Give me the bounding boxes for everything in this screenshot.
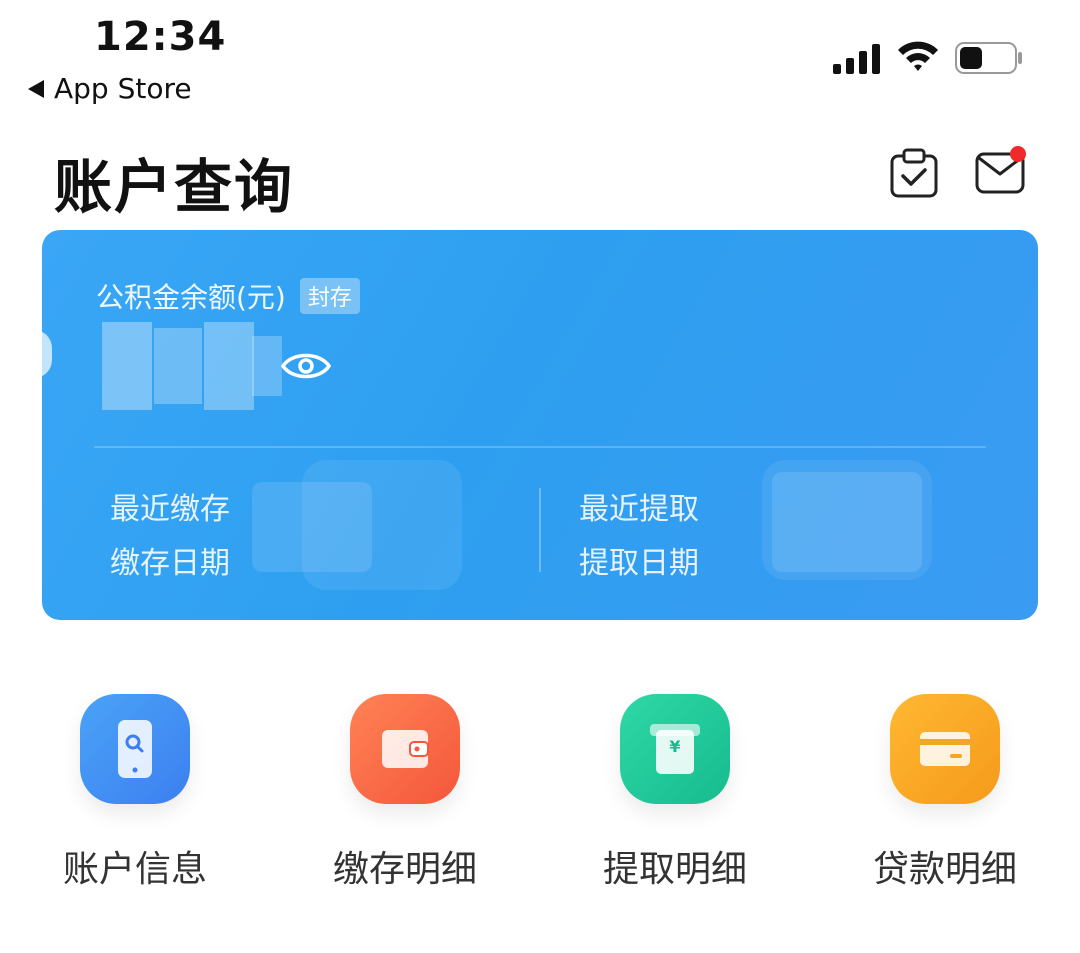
status-time: 12:34: [94, 14, 227, 60]
back-to-app-store[interactable]: App Store: [28, 72, 192, 105]
back-label: App Store: [54, 72, 192, 105]
wallet-icon: [350, 694, 460, 804]
eye-icon[interactable]: [280, 346, 332, 386]
signal-icon: [833, 44, 880, 74]
masked-value: [772, 472, 922, 572]
card-divider: [94, 446, 986, 448]
battery-icon: [955, 42, 1022, 74]
menu-withdraw-details[interactable]: ¥ 提取明细: [590, 694, 760, 892]
menu-account-info[interactable]: 账户信息: [50, 694, 220, 892]
menu-label: 缴存明细: [332, 849, 477, 890]
menu-deposit-details[interactable]: 缴存明细: [320, 694, 490, 892]
back-arrow-icon: [28, 79, 44, 98]
page-title: 账户查询: [54, 153, 295, 221]
masked-value: [252, 482, 372, 572]
card-icon: [890, 694, 1000, 804]
phone-search-icon: [80, 694, 190, 804]
balance-label: 公积金余额(元): [96, 281, 286, 314]
recent-deposit-label: 最近缴存: [110, 492, 230, 527]
wifi-icon: [898, 41, 938, 71]
balance-card: 公积金余额(元) 封存 最近缴存 缴存日期 最近提取 提取日期: [42, 230, 1038, 620]
svg-text:¥: ¥: [669, 737, 680, 756]
status-badge: 封存: [299, 278, 360, 314]
withdraw-date-label: 提取日期: [579, 546, 699, 581]
card-vertical-divider: [539, 488, 541, 572]
menu-loan-details[interactable]: 贷款明细: [860, 694, 1030, 892]
menu-label: 提取明细: [602, 849, 747, 890]
balance-label-row: 公积金余额(元) 封存: [96, 276, 360, 316]
card-edge-tab: [42, 330, 52, 378]
yuan-receipt-icon: ¥: [620, 694, 730, 804]
recent-withdraw-label: 最近提取: [579, 492, 699, 527]
menu-label: 账户信息: [62, 849, 207, 890]
balance-hidden-mask: [102, 322, 282, 410]
notification-dot: [1010, 146, 1026, 162]
clipboard-check-icon[interactable]: [888, 148, 940, 200]
deposit-date-label: 缴存日期: [110, 546, 230, 581]
menu-label: 贷款明细: [872, 849, 1017, 890]
